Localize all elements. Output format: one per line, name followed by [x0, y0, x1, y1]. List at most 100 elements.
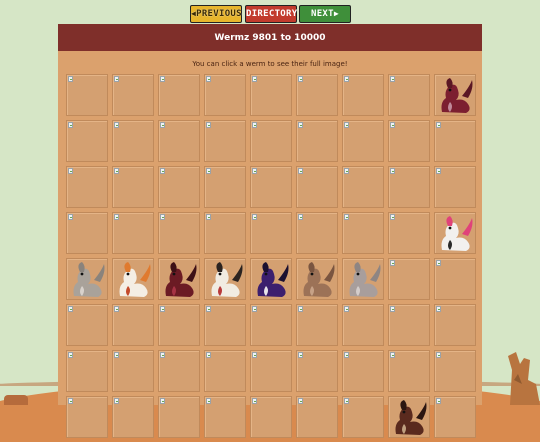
broken-image-icon	[160, 398, 165, 404]
werm-thumbnail-placeholder[interactable]	[388, 74, 430, 116]
broken-image-icon	[68, 122, 73, 128]
werm-thumbnail-placeholder[interactable]	[112, 350, 154, 392]
broken-image-icon	[344, 122, 349, 128]
werm-thumbnail-placeholder[interactable]	[296, 350, 338, 392]
werm-thumbnail-placeholder[interactable]	[342, 350, 384, 392]
werm-thumbnail-placeholder[interactable]	[434, 350, 476, 392]
werm-thumbnail-placeholder[interactable]	[434, 396, 476, 438]
broken-image-icon	[344, 352, 349, 358]
werm-thumbnail[interactable]	[204, 258, 246, 300]
werm-thumbnail-placeholder[interactable]	[66, 350, 108, 392]
werm-thumbnail-placeholder[interactable]	[250, 350, 292, 392]
werm-thumbnail[interactable]	[158, 258, 200, 300]
broken-image-icon	[344, 214, 349, 220]
werm-thumbnail-placeholder[interactable]	[296, 166, 338, 208]
werm-thumbnail-placeholder[interactable]	[204, 166, 246, 208]
werm-thumbnail-placeholder[interactable]	[66, 304, 108, 346]
werm-thumbnail-placeholder[interactable]	[434, 120, 476, 162]
werm-thumbnail-placeholder[interactable]	[158, 396, 200, 438]
werm-thumbnail-placeholder[interactable]	[342, 166, 384, 208]
werm-thumbnail-placeholder[interactable]	[296, 396, 338, 438]
werm-thumbnail-placeholder[interactable]	[158, 166, 200, 208]
werm-thumbnail-placeholder[interactable]	[250, 396, 292, 438]
werm-thumbnail-placeholder[interactable]	[66, 212, 108, 254]
werm-thumbnail-placeholder[interactable]	[296, 304, 338, 346]
werm-thumbnail[interactable]	[112, 258, 154, 300]
werm-thumbnail-placeholder[interactable]	[158, 74, 200, 116]
broken-image-icon	[68, 398, 73, 404]
broken-image-icon	[298, 214, 303, 220]
werm-thumbnail-placeholder[interactable]	[342, 74, 384, 116]
broken-image-icon	[390, 214, 395, 220]
werm-thumbnail-placeholder[interactable]	[388, 120, 430, 162]
broken-image-icon	[436, 122, 441, 128]
werm-thumbnail-placeholder[interactable]	[112, 304, 154, 346]
werm-thumbnail-placeholder[interactable]	[66, 396, 108, 438]
werm-image	[303, 262, 335, 297]
werm-thumbnail-placeholder[interactable]	[296, 212, 338, 254]
werm-thumbnail-placeholder[interactable]	[250, 304, 292, 346]
werm-thumbnail-placeholder[interactable]	[204, 396, 246, 438]
broken-image-icon	[298, 352, 303, 358]
werm-thumbnail-placeholder[interactable]	[250, 166, 292, 208]
werm-thumbnail-placeholder[interactable]	[66, 166, 108, 208]
werm-thumbnail-placeholder[interactable]	[342, 212, 384, 254]
werm-thumbnail[interactable]	[434, 74, 476, 116]
werm-thumbnail-placeholder[interactable]	[112, 166, 154, 208]
werm-thumbnail-placeholder[interactable]	[388, 258, 430, 300]
werm-thumbnail[interactable]	[388, 396, 430, 438]
broken-image-icon	[206, 168, 211, 174]
werm-thumbnail-placeholder[interactable]	[388, 212, 430, 254]
werm-thumbnail-placeholder[interactable]	[158, 350, 200, 392]
werm-thumbnail-placeholder[interactable]	[250, 74, 292, 116]
werm-thumbnail[interactable]	[250, 258, 292, 300]
werm-thumbnail-placeholder[interactable]	[112, 74, 154, 116]
werm-thumbnail-placeholder[interactable]	[112, 120, 154, 162]
broken-image-icon	[390, 168, 395, 174]
werm-thumbnail-placeholder[interactable]	[112, 212, 154, 254]
werm-thumbnail-placeholder[interactable]	[388, 166, 430, 208]
werm-thumbnail-placeholder[interactable]	[434, 166, 476, 208]
werm-thumbnail-placeholder[interactable]	[296, 74, 338, 116]
werm-thumbnail-placeholder[interactable]	[158, 212, 200, 254]
werm-thumbnail-placeholder[interactable]	[158, 304, 200, 346]
broken-image-icon	[68, 76, 73, 82]
werm-thumbnail-placeholder[interactable]	[204, 304, 246, 346]
werm-image	[73, 262, 105, 297]
navigation-bar: ◀PREVIOUS DIRECTORY NEXT▶	[0, 5, 540, 23]
next-button[interactable]: NEXT▶	[299, 5, 351, 23]
werm-thumbnail[interactable]	[296, 258, 338, 300]
werm-thumbnail-placeholder[interactable]	[342, 120, 384, 162]
werm-thumbnail-placeholder[interactable]	[434, 304, 476, 346]
werm-thumbnail-placeholder[interactable]	[250, 120, 292, 162]
previous-label: PREVIOUS	[196, 9, 242, 19]
werm-thumbnail-placeholder[interactable]	[250, 212, 292, 254]
werm-thumbnail-placeholder[interactable]	[204, 120, 246, 162]
broken-image-icon	[114, 76, 119, 82]
werm-thumbnail-placeholder[interactable]	[388, 304, 430, 346]
werm-thumbnail-placeholder[interactable]	[204, 212, 246, 254]
broken-image-icon	[206, 76, 211, 82]
werm-thumbnail-placeholder[interactable]	[388, 350, 430, 392]
werm-thumbnail-placeholder[interactable]	[112, 396, 154, 438]
werm-thumbnail[interactable]	[66, 258, 108, 300]
werm-thumbnail-placeholder[interactable]	[342, 304, 384, 346]
werm-thumbnail-placeholder[interactable]	[204, 74, 246, 116]
werm-thumbnail[interactable]	[342, 258, 384, 300]
werm-thumbnail-placeholder[interactable]	[66, 74, 108, 116]
werm-thumbnail-placeholder[interactable]	[66, 120, 108, 162]
werm-image	[211, 262, 243, 297]
werm-thumbnail-placeholder[interactable]	[204, 350, 246, 392]
werm-thumbnail-placeholder[interactable]	[296, 120, 338, 162]
broken-image-icon	[436, 352, 441, 358]
directory-button[interactable]: DIRECTORY	[245, 5, 297, 23]
werm-thumbnail[interactable]	[434, 212, 476, 254]
broken-image-icon	[390, 352, 395, 358]
broken-image-icon	[252, 76, 257, 82]
werm-thumbnail-placeholder[interactable]	[342, 396, 384, 438]
previous-button[interactable]: ◀PREVIOUS	[190, 5, 242, 23]
werm-thumbnail-placeholder[interactable]	[158, 120, 200, 162]
werm-image	[257, 262, 289, 297]
broken-image-icon	[298, 306, 303, 312]
werm-thumbnail-placeholder[interactable]	[434, 258, 476, 300]
